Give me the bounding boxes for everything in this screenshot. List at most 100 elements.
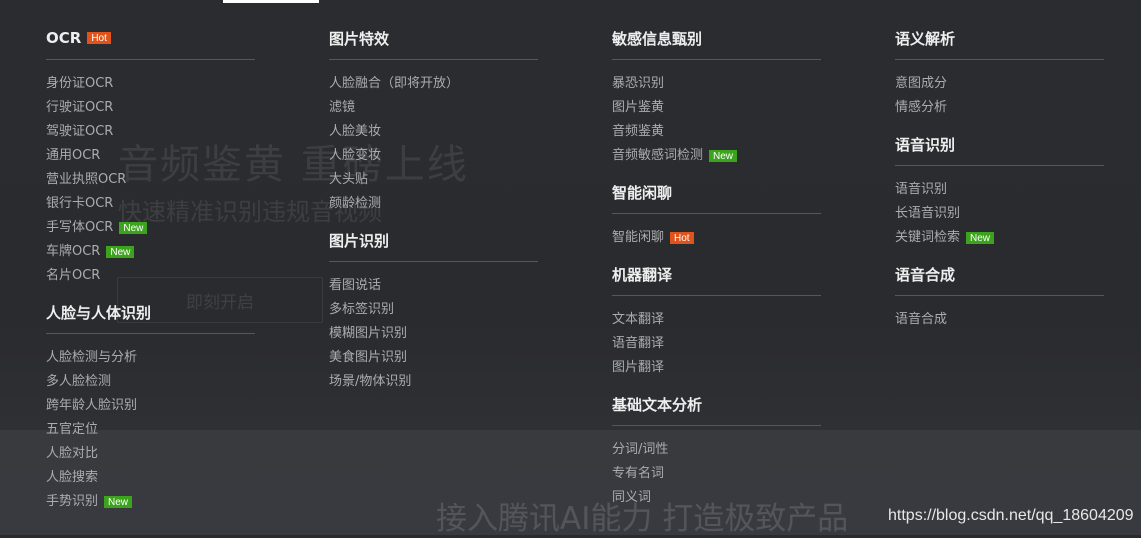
menu-item-list: 语音合成 (895, 308, 1105, 332)
menu-item-label: 情感分析 (895, 100, 948, 115)
menu-item[interactable]: 多标签识别 (329, 298, 539, 322)
menu-item-label: 通用OCR (46, 148, 101, 163)
menu-item[interactable]: 车牌OCR New (46, 240, 256, 264)
menu-item[interactable]: 智能闲聊 Hot (612, 226, 822, 250)
menu-item[interactable]: 人脸检测与分析 (46, 346, 256, 370)
menu-item[interactable]: 意图成分 (895, 72, 1105, 96)
menu-item-label: 智能闲聊 (612, 230, 665, 245)
menu-column-2: 图片特效 人脸融合（即将开放） 滤镜人脸美妆人脸变妆大头贴 颜龄检测 图片识别 看图… (329, 0, 539, 394)
menu-item[interactable]: 行驶证OCR (46, 96, 256, 120)
menu-item-label: 手势识别 (46, 494, 99, 509)
menu-item[interactable]: 跨年龄人脸识别 (46, 394, 256, 418)
section-tts: 语音合成 语音合成 (895, 250, 1105, 332)
menu-item-label: 多标签识别 (329, 302, 395, 317)
menu-item-label: 营业执照OCR (46, 172, 127, 187)
menu-item[interactable]: 图片鉴黄 (612, 96, 822, 120)
section-title-text: 机器翻译 (612, 265, 673, 284)
menu-item[interactable]: 语音合成 (895, 308, 1105, 332)
menu-item-label: 音频鉴黄 (612, 124, 665, 139)
menu-item-list: 看图说话多标签识别模糊图片识别 美食图片识别场景/物体识别 (329, 274, 539, 394)
menu-item[interactable]: 大头贴 (329, 168, 539, 192)
menu-item-label: 人脸搜索 (46, 470, 99, 485)
section-title: 语义解析 (895, 28, 1104, 60)
menu-item-list: 智能闲聊 Hot (612, 226, 822, 250)
menu-item-list: 暴恐识别 图片鉴黄音频鉴黄音频敏感词检测 New (612, 72, 822, 168)
section-title-text: 智能闲聊 (612, 183, 673, 202)
section-title: 敏感信息甄别 (612, 28, 821, 60)
section-title: 图片识别 (329, 230, 538, 262)
menu-item-list: 文本翻译语音翻译 图片翻译 (612, 308, 822, 380)
menu-item[interactable]: 音频鉴黄 (612, 120, 822, 144)
menu-item-label: 关键词检索 (895, 230, 961, 245)
menu-item[interactable]: 多人脸检测 (46, 370, 256, 394)
section-face: 人脸与人体识别 人脸检测与分析多人脸检测跨年龄人脸识别五官定位人脸对比人脸搜索手… (46, 288, 256, 514)
menu-item[interactable]: 语音识别 (895, 178, 1105, 202)
menu-item[interactable]: 名片OCR (46, 264, 256, 288)
menu-item-label: 美食图片识别 (329, 350, 408, 365)
watermark-url: https://blog.csdn.net/qq_18604209 (888, 507, 1134, 524)
section-title-text: 语义解析 (895, 29, 956, 48)
menu-item[interactable]: 图片翻译 (612, 356, 822, 380)
section-title: OCR Hot (46, 28, 255, 60)
menu-item[interactable]: 情感分析 (895, 96, 1105, 120)
section-title-text: 敏感信息甄别 (612, 29, 703, 48)
menu-item-label: 音频敏感词检测 (612, 148, 704, 163)
menu-item[interactable]: 关键词检索 New (895, 226, 1105, 250)
menu-item[interactable]: 通用OCR (46, 144, 256, 168)
section-text-analysis: 基础文本分析 分词/词性 专有名词 同义词 (612, 380, 822, 510)
menu-item[interactable]: 五官定位 (46, 418, 256, 442)
menu-item[interactable]: 驾驶证OCR (46, 120, 256, 144)
menu-item-label: 滤镜 (329, 100, 356, 115)
menu-item[interactable]: 看图说话 (329, 274, 539, 298)
menu-item[interactable]: 颜龄检测 (329, 192, 539, 216)
menu-item-list: 人脸融合（即将开放） 滤镜人脸美妆人脸变妆大头贴 颜龄检测 (329, 72, 539, 216)
menu-item[interactable]: 音频敏感词检测 New (612, 144, 822, 168)
menu-item-list: 语音识别 长语音识别 关键词检索 New (895, 178, 1105, 250)
section-chat: 智能闲聊 智能闲聊 Hot (612, 168, 822, 250)
section-title: 人脸与人体识别 (46, 302, 255, 334)
section-title: 语音识别 (895, 134, 1104, 166)
menu-item[interactable]: 人脸变妆 (329, 144, 539, 168)
menu-item[interactable]: 银行卡OCR (46, 192, 256, 216)
menu-item[interactable]: 分词/词性 (612, 438, 822, 462)
menu-item-label: 车牌OCR (46, 244, 101, 259)
menu-item[interactable]: 模糊图片识别 (329, 322, 539, 346)
new-badge: New (106, 246, 135, 258)
section-asr: 语音识别 语音识别 长语音识别 关键词检索 New (895, 120, 1105, 250)
menu-item-label: 分词/词性 (612, 442, 669, 457)
menu-item[interactable]: 营业执照OCR (46, 168, 256, 192)
menu-item-label: 人脸变妆 (329, 148, 382, 163)
hot-badge: Hot (670, 232, 694, 244)
menu-item[interactable]: 长语音识别 (895, 202, 1105, 226)
menu-item[interactable]: 身份证OCR (46, 72, 256, 96)
menu-item[interactable]: 同义词 (612, 486, 822, 510)
menu-item[interactable]: 文本翻译 (612, 308, 822, 332)
menu-item[interactable]: 人脸融合（即将开放） (329, 72, 539, 96)
menu-item[interactable]: 手写体OCR New (46, 216, 256, 240)
menu-item-label: 模糊图片识别 (329, 326, 408, 341)
menu-item[interactable]: 人脸美妆 (329, 120, 539, 144)
menu-item[interactable]: 滤镜 (329, 96, 539, 120)
menu-item[interactable]: 专有名词 (612, 462, 822, 486)
section-semantic: 语义解析 意图成分情感分析 (895, 0, 1105, 120)
menu-item-label: 文本翻译 (612, 312, 665, 327)
section-title: 机器翻译 (612, 264, 821, 296)
menu-column-3: 敏感信息甄别 暴恐识别 图片鉴黄音频鉴黄音频敏感词检测 New 智能闲聊 智能闲聊 H… (612, 0, 822, 510)
menu-item-label: 行驶证OCR (46, 100, 114, 115)
menu-item[interactable]: 人脸对比 (46, 442, 256, 466)
menu-item-label: 人脸对比 (46, 446, 99, 461)
new-badge: New (104, 496, 133, 508)
section-translate: 机器翻译 文本翻译语音翻译 图片翻译 (612, 250, 822, 380)
menu-item[interactable]: 场景/物体识别 (329, 370, 539, 394)
section-title-text: 语音识别 (895, 135, 956, 154)
menu-item-label: 驾驶证OCR (46, 124, 114, 139)
menu-item-label: 人脸融合（即将开放） (329, 76, 460, 91)
section-title-text: 图片特效 (329, 29, 390, 48)
menu-item[interactable]: 人脸搜索 (46, 466, 256, 490)
menu-item-label: 多人脸检测 (46, 374, 112, 389)
menu-item-label: 五官定位 (46, 422, 99, 437)
menu-item[interactable]: 语音翻译 (612, 332, 822, 356)
menu-item[interactable]: 暴恐识别 (612, 72, 822, 96)
menu-item[interactable]: 美食图片识别 (329, 346, 539, 370)
menu-item[interactable]: 手势识别 New (46, 490, 256, 514)
